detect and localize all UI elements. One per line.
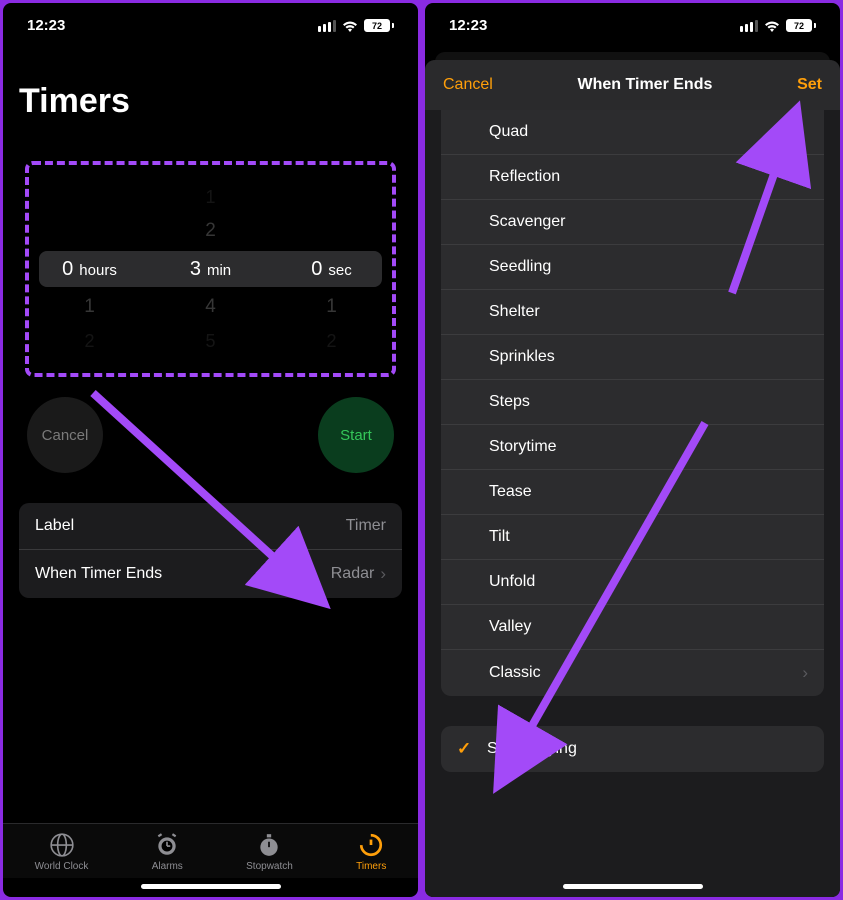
ends-value: Radar (331, 565, 375, 583)
sound-row[interactable]: Seedling (441, 245, 824, 290)
stopwatch-icon (256, 832, 282, 858)
tab-alarms[interactable]: Alarms (152, 832, 183, 872)
sound-row[interactable]: Quad (441, 110, 824, 155)
check-icon: ✓ (457, 739, 473, 759)
status-time: 12:23 (449, 17, 487, 34)
battery-icon: 72 (786, 19, 816, 32)
cellular-signal-icon (318, 20, 336, 32)
wifi-icon (342, 20, 358, 32)
start-button[interactable]: Start (318, 397, 394, 473)
sound-row[interactable]: Storytime (441, 425, 824, 470)
home-indicator[interactable] (563, 884, 703, 889)
status-bar: 12:23 72 (3, 3, 418, 42)
when-timer-ends-row[interactable]: When Timer Ends Radar › (19, 549, 402, 598)
sound-row[interactable]: Valley (441, 605, 824, 650)
seconds-column[interactable]: 0sec 1 2 (271, 183, 392, 355)
page-title: Timers (3, 42, 418, 161)
ends-key: When Timer Ends (35, 565, 162, 583)
minutes-column[interactable]: 1 2 3min 4 5 (150, 183, 271, 355)
sound-row[interactable]: Shelter (441, 290, 824, 335)
label-key: Label (35, 517, 74, 535)
stop-playing-row[interactable]: ✓ Stop Playing (441, 726, 824, 772)
chevron-right-icon: › (380, 564, 386, 584)
sound-row[interactable]: Steps (441, 380, 824, 425)
tab-world-clock[interactable]: World Clock (35, 832, 89, 872)
battery-icon: 72 (364, 19, 394, 32)
sound-row[interactable]: Reflection (441, 155, 824, 200)
sound-row[interactable]: Tease (441, 470, 824, 515)
time-picker-highlight: 0hours 1 2 1 2 3min 4 5 0sec 1 2 (25, 161, 396, 377)
sound-row-classic[interactable]: Classic › (441, 650, 824, 696)
sound-row[interactable]: Unfold (441, 560, 824, 605)
timer-settings-list: Label Timer When Timer Ends Radar › (19, 503, 402, 598)
cellular-signal-icon (740, 20, 758, 32)
label-value: Timer (346, 517, 386, 535)
time-picker[interactable]: 0hours 1 2 1 2 3min 4 5 0sec 1 2 (29, 183, 392, 355)
sound-row[interactable]: Scavenger (441, 200, 824, 245)
alarm-icon (154, 832, 180, 858)
status-bar: 12:23 72 (425, 3, 840, 52)
status-time: 12:23 (27, 17, 65, 34)
tab-bar: World Clock Alarms Stopwatch Timers (3, 823, 418, 878)
sound-picker-sheet: Cancel When Timer Ends Set Quad Reflecti… (425, 60, 840, 897)
tab-stopwatch[interactable]: Stopwatch (246, 832, 293, 872)
sound-list: Quad Reflection Scavenger Seedling Shelt… (441, 110, 824, 696)
tab-timers[interactable]: Timers (356, 832, 386, 872)
timer-icon (358, 832, 384, 858)
home-indicator[interactable] (141, 884, 281, 889)
set-button[interactable]: Set (797, 76, 822, 94)
globe-icon (49, 832, 75, 858)
cancel-button[interactable]: Cancel (27, 397, 103, 473)
wifi-icon (764, 20, 780, 32)
sound-row[interactable]: Sprinkles (441, 335, 824, 380)
chevron-right-icon: › (802, 663, 808, 683)
sheet-title: When Timer Ends (578, 76, 713, 94)
label-row[interactable]: Label Timer (19, 503, 402, 549)
cancel-button[interactable]: Cancel (443, 76, 493, 94)
hours-column[interactable]: 0hours 1 2 (29, 183, 150, 355)
sound-row[interactable]: Tilt (441, 515, 824, 560)
